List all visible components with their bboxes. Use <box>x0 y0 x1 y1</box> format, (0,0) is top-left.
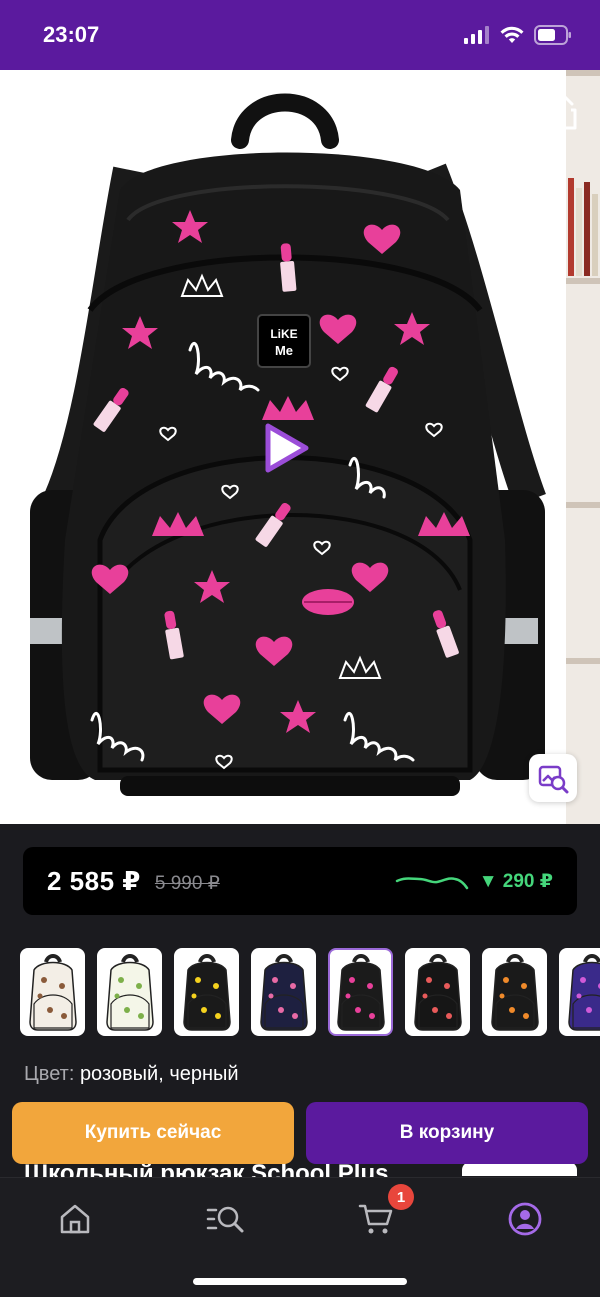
battery-icon <box>534 25 571 45</box>
tab-catalog[interactable] <box>201 1195 249 1243</box>
cart-count-badge: 1 <box>388 1184 414 1210</box>
cart-icon <box>358 1204 393 1234</box>
current-price: 2 585 ₽ <box>47 865 141 896</box>
backpack-thumbnail <box>259 954 308 1031</box>
promo-badge <box>462 1162 577 1176</box>
share-button[interactable] <box>540 88 588 136</box>
home-icon <box>60 1204 90 1234</box>
variant-thumb-cream-print[interactable] <box>20 948 85 1036</box>
variant-thumb-black-love[interactable] <box>328 948 393 1036</box>
add-to-cart-button[interactable]: В корзину <box>306 1102 588 1164</box>
backpack-thumbnail <box>490 954 539 1031</box>
color-value: розовый, черный <box>79 1063 239 1085</box>
heart-icon <box>473 96 509 127</box>
color-label: Цвет: <box>24 1063 75 1085</box>
backpack-thumbnail <box>336 954 385 1031</box>
color-info: Цвет: розовый, черный <box>24 1063 239 1086</box>
variant-list <box>20 948 600 1038</box>
backpack-thumbnail <box>567 954 600 1031</box>
backpack-thumbnail <box>28 954 77 1031</box>
chevron-left-icon <box>28 96 45 128</box>
catalog-search-icon <box>206 1206 244 1233</box>
variant-thumb-banana[interactable] <box>174 948 239 1036</box>
action-bar: Купить сейчас В корзину <box>12 1102 588 1164</box>
visual-search-button[interactable] <box>529 754 577 802</box>
backpack-thumbnail <box>105 954 154 1031</box>
buy-now-button[interactable]: Купить сейчас <box>12 1102 294 1164</box>
variant-thumb-black-stickers[interactable] <box>405 948 470 1036</box>
status-time: 23:07 <box>43 22 100 47</box>
variant-thumb-navy-stars[interactable] <box>251 948 316 1036</box>
signal-icon <box>464 26 489 44</box>
tab-home[interactable] <box>51 1195 99 1243</box>
back-button[interactable] <box>12 88 60 136</box>
image-search-icon <box>538 765 569 794</box>
product-gallery[interactable]: LiKE Me <box>0 70 600 824</box>
backpack-thumbnail <box>413 954 462 1031</box>
svg-text:Me: Me <box>275 343 293 358</box>
backpack-image: LiKE Me <box>30 93 546 796</box>
share-icon <box>551 94 577 130</box>
old-price: 5 990 ₽ <box>154 872 220 894</box>
favorite-button[interactable] <box>467 88 515 136</box>
wifi-icon <box>500 26 524 43</box>
svg-text:LiKE: LiKE <box>270 327 297 341</box>
price-card[interactable]: 2 585 ₽ 5 990 ₽ ▼ 290 ₽ <box>23 847 577 915</box>
status-icons <box>464 25 572 45</box>
status-bar: 23:07 <box>0 0 600 70</box>
variant-thumb-avocado[interactable] <box>97 948 162 1036</box>
variant-thumb-black-foxes[interactable] <box>482 948 547 1036</box>
profile-icon <box>508 1202 542 1236</box>
price-history-sparkline <box>395 877 468 890</box>
variant-thumb-galaxy[interactable] <box>559 948 600 1036</box>
home-indicator <box>193 1278 407 1285</box>
price-drop: ▼ 290 ₽ <box>478 870 553 892</box>
tab-profile[interactable] <box>501 1195 549 1243</box>
backpack-thumbnail <box>182 954 231 1031</box>
